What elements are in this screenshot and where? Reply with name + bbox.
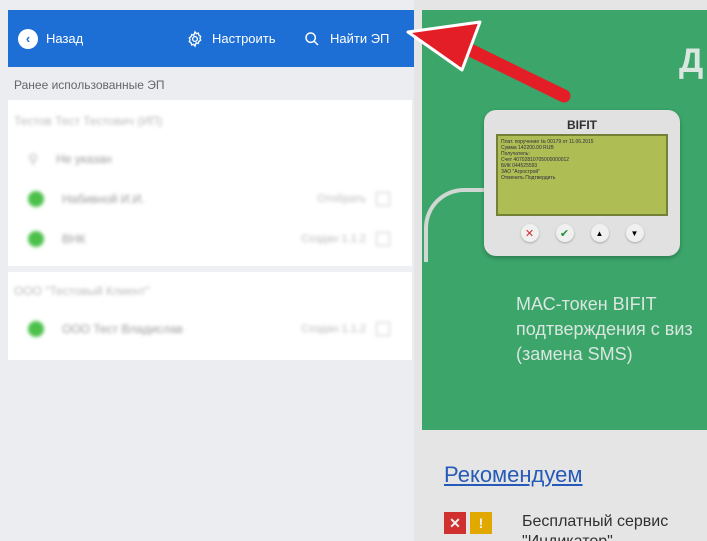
check-icon: ✔ bbox=[555, 224, 574, 242]
item-name: Не указан bbox=[56, 152, 112, 166]
device-brand: BIFIT bbox=[567, 118, 597, 132]
device-screen: Плат. поручение № 00179 от 11.06.2015 Су… bbox=[496, 134, 668, 216]
warning-icon: ! bbox=[470, 512, 492, 534]
service-icons: ✕ ! bbox=[444, 512, 492, 534]
key-icon bbox=[28, 231, 44, 247]
search-icon: ⚲ bbox=[28, 150, 39, 167]
back-arrow-icon[interactable]: ‹ bbox=[18, 28, 38, 49]
panel-header: ‹ Назад Настроить Найти ЭП bbox=[8, 10, 414, 67]
list-item[interactable]: ⚲ Не указан bbox=[14, 144, 404, 174]
divider bbox=[8, 266, 412, 272]
item-meta: Создан 1.1.2 bbox=[301, 233, 366, 245]
find-label: Найти ЭП bbox=[330, 31, 390, 46]
key-icon bbox=[28, 191, 44, 207]
item-name: Набивной И.И. bbox=[62, 192, 145, 206]
cross-icon: ✕ bbox=[520, 224, 539, 242]
group-title: Тестов Тест Тестович (ИП) bbox=[14, 114, 163, 128]
search-icon bbox=[305, 31, 319, 46]
checkbox[interactable] bbox=[376, 232, 390, 246]
list-item[interactable]: ВНК Создан 1.1.2 bbox=[14, 224, 404, 254]
back-button[interactable]: Назад bbox=[46, 31, 83, 46]
promo-title: Д bbox=[679, 42, 704, 80]
item-name: ВНК bbox=[62, 232, 86, 246]
key-icon bbox=[28, 321, 44, 337]
section-title: Ранее использованные ЭП bbox=[14, 78, 165, 92]
list-item[interactable]: ООО Тест Владислав Создан 1.1.2 bbox=[14, 314, 404, 344]
promo-description: МАС-токен BIFIT подтверждения с виз (зам… bbox=[516, 294, 693, 364]
service-text: Бесплатный сервис "Индикатор" bbox=[522, 513, 669, 541]
item-meta: Отобрать bbox=[317, 193, 366, 205]
item-meta: Создан 1.1.2 bbox=[301, 323, 366, 335]
signature-list: Тестов Тест Тестович (ИП) ⚲ Не указан На… bbox=[8, 100, 412, 360]
signature-panel: ‹ Назад Настроить Найти ЭП Ранее использ… bbox=[0, 0, 414, 541]
up-icon: ▲ bbox=[590, 224, 609, 242]
token-device-image: BIFIT Плат. поручение № 00179 от 11.06.2… bbox=[484, 110, 680, 256]
gear-icon bbox=[188, 29, 202, 48]
recommend-link[interactable]: Рекомендуем bbox=[444, 462, 583, 488]
cross-icon: ✕ bbox=[444, 512, 466, 534]
configure-label: Настроить bbox=[212, 31, 276, 46]
group-title: ООО "Тестовый Клиент" bbox=[14, 284, 150, 298]
background-page: Д BIFIT Плат. поручение № 00179 от 11.06… bbox=[414, 0, 707, 541]
list-item[interactable]: Набивной И.И. Отобрать bbox=[14, 184, 404, 214]
find-signature-button[interactable]: Найти ЭП bbox=[304, 10, 389, 67]
device-buttons: ✕ ✔ ▲ ▼ bbox=[484, 224, 680, 242]
item-name: ООО Тест Владислав bbox=[62, 322, 183, 336]
device-screen-line: Отменить Подтвердить bbox=[501, 175, 556, 181]
configure-button[interactable]: Настроить bbox=[186, 10, 276, 67]
checkbox[interactable] bbox=[376, 192, 390, 206]
checkbox[interactable] bbox=[376, 322, 390, 336]
down-icon: ▼ bbox=[625, 224, 644, 242]
